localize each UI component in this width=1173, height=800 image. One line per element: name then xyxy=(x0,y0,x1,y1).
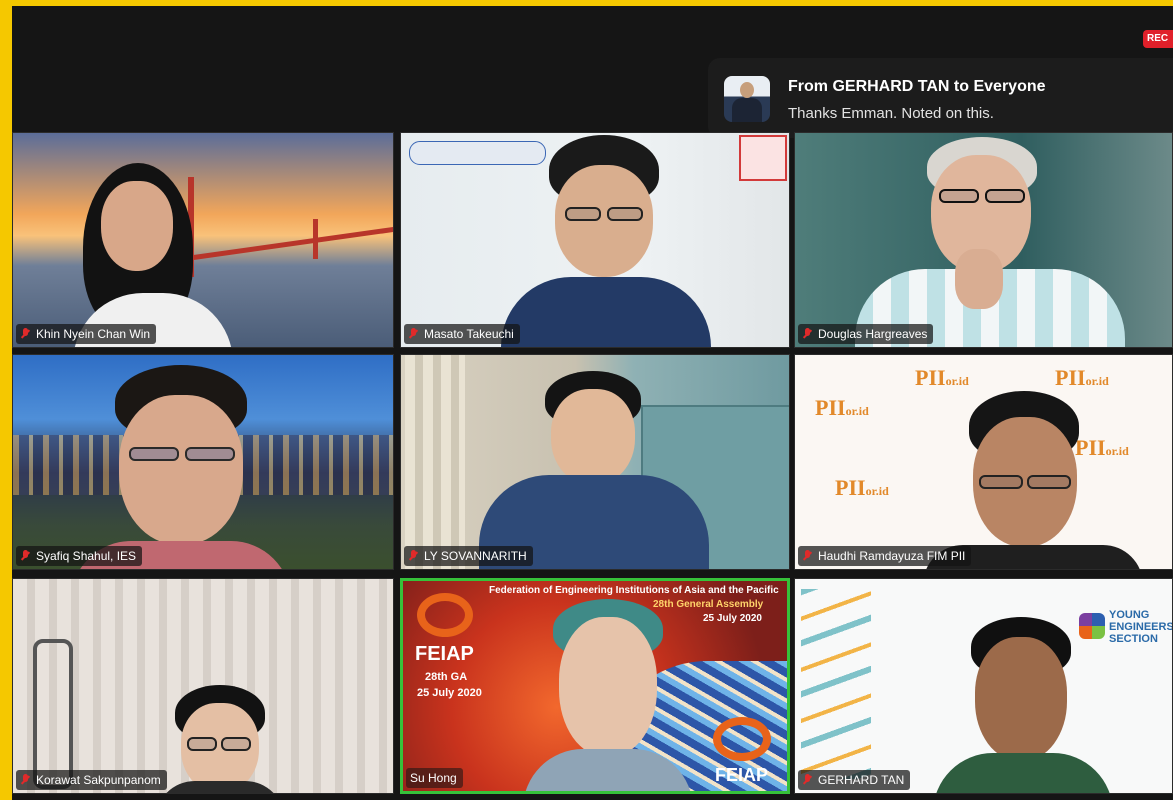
participant-name: Douglas Hargreaves xyxy=(818,327,928,341)
feiap-date-text: 25 July 2020 xyxy=(703,613,762,624)
video-tile-korawat[interactable]: Korawat Sakpunpanom xyxy=(12,578,394,794)
video-tile-masato[interactable]: Masato Takeuchi xyxy=(400,132,790,348)
participant-name: Khin Nyein Chan Win xyxy=(36,327,151,341)
muted-mic-icon xyxy=(20,328,30,340)
yes-label-1: YOUNG xyxy=(1109,609,1150,621)
muted-mic-icon xyxy=(20,774,30,786)
recording-badge: REC xyxy=(1143,30,1173,48)
yes-logo-icon xyxy=(1079,613,1105,639)
pii-logo-4: PIIor.id xyxy=(1075,435,1129,460)
chat-sender-avatar xyxy=(724,76,770,122)
participant-name: LY SOVANNARITH xyxy=(424,549,527,563)
feiap-title-right: FEIAP xyxy=(715,765,769,785)
name-tag: Korawat Sakpunpanom xyxy=(16,770,167,790)
participant-name: Syafiq Shahul, IES xyxy=(36,549,137,563)
pii-logo-1: PIIor.id xyxy=(815,395,869,420)
exercise-machine xyxy=(33,639,73,789)
chat-notification[interactable]: From GERHARD TAN to Everyone Thanks Emma… xyxy=(708,58,1173,138)
video-tile-douglas[interactable]: Douglas Hargreaves xyxy=(794,132,1173,348)
feiap-banner-text: Federation of Engineering Institutions o… xyxy=(489,585,779,596)
participant-name: Korawat Sakpunpanom xyxy=(36,773,161,787)
feiap-title-left: FEIAP xyxy=(415,643,474,665)
decorative-doodles xyxy=(801,589,871,779)
name-tag: Khin Nyein Chan Win xyxy=(16,324,157,344)
name-tag: LY SOVANNARITH xyxy=(404,546,533,566)
video-tile-gerhard[interactable]: YOUNG ENGINEERS SECTION GERHARD TAN xyxy=(794,578,1173,794)
muted-mic-icon xyxy=(408,328,418,340)
video-tile-syafiq[interactable]: Syafiq Shahul, IES xyxy=(12,354,394,570)
feiap-ga-text: 28th GA xyxy=(425,671,468,683)
pii-logo-3: PIIor.id xyxy=(835,475,889,500)
participant-name: Masato Takeuchi xyxy=(424,327,514,341)
name-tag: Syafiq Shahul, IES xyxy=(16,546,143,566)
hand-on-chin xyxy=(955,249,1003,309)
video-tile-khin[interactable]: Khin Nyein Chan Win xyxy=(12,132,394,348)
video-tile-suhong[interactable]: Federation of Engineering Institutions o… xyxy=(400,578,790,794)
muted-mic-icon xyxy=(802,774,812,786)
muted-mic-icon xyxy=(408,550,418,562)
muted-mic-icon xyxy=(802,550,812,562)
feiap-side-date: 25 July 2020 xyxy=(417,687,482,699)
video-tile-haudhi[interactable]: PIIor.id PIIor.id PIIor.id PIIor.id PIIo… xyxy=(794,354,1173,570)
name-tag: Su Hong xyxy=(406,768,463,788)
curtain xyxy=(405,355,465,569)
participant-name: Haudhi Ramdayuza FIM PII xyxy=(818,549,966,563)
participant-name: Su Hong xyxy=(410,771,457,785)
feiap-logo-left xyxy=(417,593,473,637)
yes-label-2: ENGINEERS xyxy=(1109,621,1173,633)
muted-mic-icon xyxy=(20,550,30,562)
name-tag: Haudhi Ramdayuza FIM PII xyxy=(798,546,972,566)
name-tag: Masato Takeuchi xyxy=(404,324,520,344)
chat-message-text: Thanks Emman. Noted on this. xyxy=(788,105,994,122)
name-tag: GERHARD TAN xyxy=(798,770,911,790)
participant-name: GERHARD TAN xyxy=(818,773,905,787)
bridge-tower-right xyxy=(313,219,318,259)
zoom-meeting-window: REC From GERHARD TAN to Everyone Thanks … xyxy=(12,6,1173,800)
feiap-logo-right xyxy=(713,717,771,761)
yes-label-3: SECTION xyxy=(1109,633,1158,645)
organization-logo xyxy=(409,141,546,165)
feiap-assembly-text: 28th General Assembly xyxy=(653,599,764,610)
pii-logo-5: PIIor.id xyxy=(1055,365,1109,390)
muted-mic-icon xyxy=(802,328,812,340)
pii-logo-2: PIIor.id xyxy=(915,365,969,390)
video-tile-ly[interactable]: LY SOVANNARITH xyxy=(400,354,790,570)
red-poster xyxy=(739,135,787,181)
chat-sender-line: From GERHARD TAN to Everyone xyxy=(788,78,1046,95)
name-tag: Douglas Hargreaves xyxy=(798,324,934,344)
